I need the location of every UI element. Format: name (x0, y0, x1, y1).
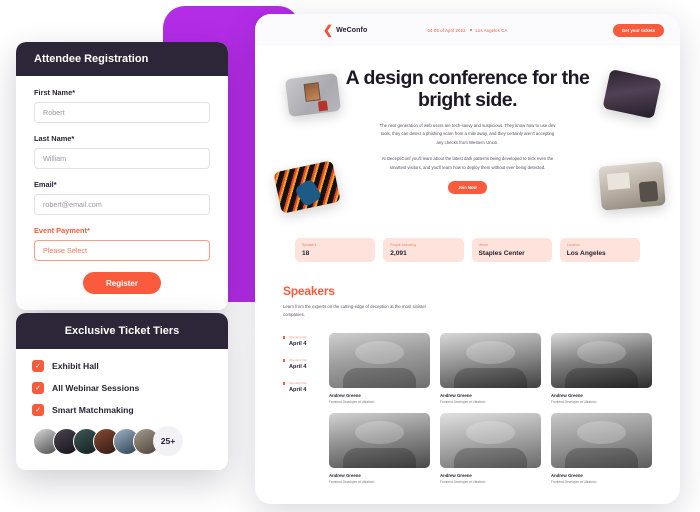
stat-chip: Location Los Angeles (559, 238, 640, 262)
email-input[interactable]: robert@email.com (34, 194, 210, 215)
speaker-role: Frontend Developer at Ultratech (329, 479, 375, 484)
hero-photo-gallery-frame (284, 72, 342, 118)
first-name-input[interactable]: Robert (34, 102, 210, 123)
speaker-role: Frontend Developer at Ultratech (551, 399, 597, 404)
agenda-label: Opening Day (289, 334, 308, 339)
join-now-button[interactable]: Join Now (448, 180, 487, 194)
avatar-overflow-count[interactable]: 25+ (153, 426, 183, 456)
first-name-label: First Name* (34, 88, 76, 97)
brand-logo[interactable]: ❮ WeConfo (323, 24, 367, 36)
agenda-list: Opening Day April 4 Opening Day April 4 … (283, 333, 317, 484)
stat-label: Speakers (302, 243, 317, 247)
speaker-card[interactable]: Andrew Greene Frontend Developer at Ultr… (440, 332, 541, 404)
stat-value: Los Angeles (566, 250, 606, 257)
speaker-role: Frontend Developer at Ultratech (440, 479, 486, 484)
hero-photo-light-streaks (273, 160, 341, 214)
site-navbar: ❮ WeConfo 04-06 of April 2022 Los Angele… (255, 14, 680, 46)
agenda-date: April 4 (289, 340, 307, 347)
speakers-content: Opening Day April 4 Opening Day April 4 … (283, 332, 652, 484)
tier-item[interactable]: ✓ Smart Matchmaking (32, 404, 212, 416)
separator-dot-icon (469, 29, 472, 31)
hero-description: The next generation of web users are tec… (379, 122, 557, 194)
speaker-name: Andrew Greene (329, 392, 361, 398)
agenda-date: April 4 (289, 363, 307, 370)
tier-label: Smart Matchmaking (52, 405, 134, 415)
get-tickets-button[interactable]: Get your tickets (612, 23, 664, 37)
speaker-portrait (329, 412, 430, 468)
stat-chip: Venue Staples Center (471, 238, 552, 262)
tier-label: Exhibit Hall (52, 361, 99, 371)
chevron-left-icon: ❮ (323, 23, 334, 37)
speaker-portrait (329, 332, 430, 388)
website-preview-panel: ❮ WeConfo 04-06 of April 2022 Los Angele… (255, 14, 680, 504)
speaker-portrait (440, 332, 541, 388)
stat-label: Venue (478, 243, 489, 247)
speaker-name: Andrew Greene (551, 392, 583, 398)
tiers-list: ✓ Exhibit Hall ✓ All Webinar Sessions ✓ … (16, 349, 228, 470)
register-button[interactable]: Register (83, 272, 161, 294)
stat-value: Staples Center (478, 250, 525, 257)
last-name-input[interactable]: William (34, 148, 210, 169)
speaker-name: Andrew Greene (440, 392, 472, 398)
speakers-subtitle: Learn from the experts on the cutting-ed… (283, 304, 427, 317)
attendee-avatar-group: 25+ (32, 426, 212, 456)
agenda-item[interactable]: Opening Day April 4 (283, 358, 317, 370)
speaker-card-grid: Andrew Greene Frontend Developer at Ultr… (329, 332, 652, 484)
hero-paragraph-2: At DeceptiConf you'll learn about the la… (381, 156, 554, 170)
stat-value: 2,091 (390, 250, 407, 257)
nav-location-label: Los Angeles CA (475, 27, 508, 33)
speaker-role: Frontend Developer at Ultratech (329, 399, 375, 404)
speaker-name: Andrew Greene (551, 472, 583, 478)
stat-chip: Speakers 18 (295, 238, 376, 262)
speaker-portrait (551, 412, 652, 468)
speaker-card[interactable]: Andrew Greene Frontend Developer at Ultr… (440, 412, 541, 484)
registration-form: First Name* Robert Last Name* William Em… (16, 76, 228, 310)
brand-name-label: WeConfo (336, 26, 368, 34)
speaker-card[interactable]: Andrew Greene Frontend Developer at Ultr… (329, 332, 430, 404)
nav-date-label: 04-06 of April 2022 (427, 27, 466, 33)
speaker-card[interactable]: Andrew Greene Frontend Developer at Ultr… (329, 412, 430, 484)
tier-item[interactable]: ✓ Exhibit Hall (32, 360, 212, 372)
exclusive-ticket-tiers-card: Exclusive Ticket Tiers ✓ Exhibit Hall ✓ … (16, 313, 228, 470)
stat-label: People Attending (390, 243, 416, 247)
speaker-portrait (440, 412, 541, 468)
speaker-name: Andrew Greene (440, 472, 472, 478)
event-payment-label: Event Payment* (34, 226, 90, 235)
agenda-label: Opening Day (289, 380, 308, 385)
checkmark-icon: ✓ (32, 404, 44, 416)
speaker-card[interactable]: Andrew Greene Frontend Developer at Ultr… (551, 332, 652, 404)
speakers-section: Speakers Learn from the experts on the c… (255, 262, 680, 484)
nav-event-meta: 04-06 of April 2022 Los Angeles CA (428, 28, 508, 33)
speaker-role: Frontend Developer at Ultratech (440, 399, 486, 404)
checkmark-icon: ✓ (32, 360, 44, 372)
agenda-date: April 4 (289, 386, 307, 393)
hero-photo-workshop (598, 161, 666, 211)
tiers-card-title: Exclusive Ticket Tiers (16, 313, 228, 349)
hero-paragraph-1: The next generation of web users are tec… (379, 122, 556, 146)
hero-section: A design conference for the bright side.… (255, 46, 680, 236)
registration-card-title: Attendee Registration (16, 42, 228, 76)
stat-value: 18 (302, 250, 310, 257)
speaker-name: Andrew Greene (329, 472, 361, 478)
stat-label: Location (566, 243, 580, 247)
email-label: Email* (34, 180, 57, 189)
last-name-label: Last Name* (34, 134, 75, 143)
speaker-card[interactable]: Andrew Greene Frontend Developer at Ultr… (551, 412, 652, 484)
attendee-registration-card: Attendee Registration First Name* Robert… (16, 42, 228, 310)
agenda-item[interactable]: Opening Day April 4 (283, 335, 317, 347)
event-payment-select[interactable]: Please Select (34, 240, 210, 261)
speakers-heading: Speakers (283, 284, 335, 298)
screenshot-root: ❮ WeConfo 04-06 of April 2022 Los Angele… (0, 0, 700, 512)
stat-chip: People Attending 2,091 (383, 238, 464, 262)
speaker-role: Frontend Developer at Ultratech (551, 479, 597, 484)
checkmark-icon: ✓ (32, 382, 44, 394)
speaker-portrait (551, 332, 652, 388)
tier-label: All Webinar Sessions (52, 383, 140, 393)
tier-item[interactable]: ✓ All Webinar Sessions (32, 382, 212, 394)
agenda-label: Opening Day (289, 357, 308, 362)
event-stats-bar: Speakers 18 People Attending 2,091 Venue… (255, 236, 680, 262)
agenda-item[interactable]: Opening Day April 4 (283, 381, 317, 393)
